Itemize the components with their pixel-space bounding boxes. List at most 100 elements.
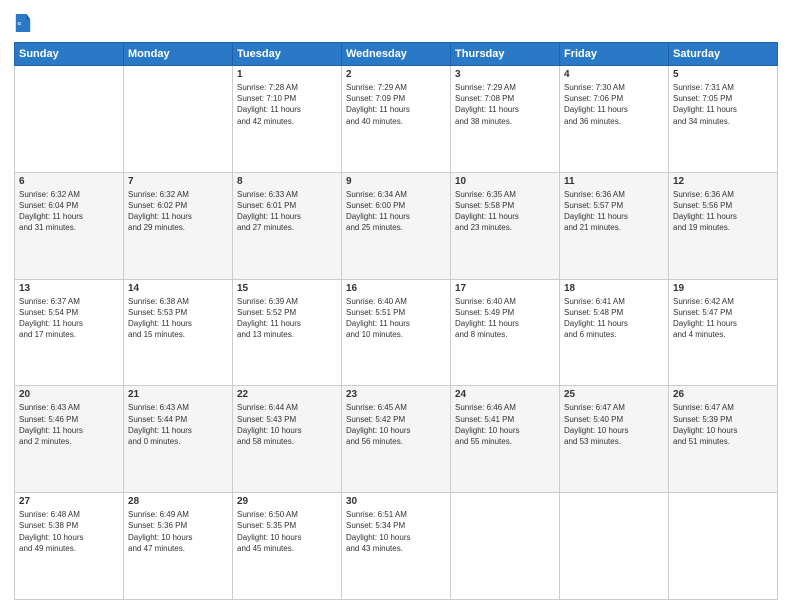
- day-info: Sunrise: 6:43 AM Sunset: 5:44 PM Dayligh…: [128, 402, 228, 447]
- day-info: Sunrise: 6:41 AM Sunset: 5:48 PM Dayligh…: [564, 296, 664, 341]
- day-number: 1: [237, 69, 337, 80]
- day-info: Sunrise: 6:44 AM Sunset: 5:43 PM Dayligh…: [237, 402, 337, 447]
- day-info: Sunrise: 7:31 AM Sunset: 7:05 PM Dayligh…: [673, 82, 773, 127]
- calendar-cell: 13Sunrise: 6:37 AM Sunset: 5:54 PM Dayli…: [15, 279, 124, 386]
- col-header-monday: Monday: [124, 43, 233, 66]
- calendar-cell: 5Sunrise: 7:31 AM Sunset: 7:05 PM Daylig…: [669, 66, 778, 173]
- day-number: 20: [19, 389, 119, 400]
- day-number: 29: [237, 496, 337, 507]
- col-header-tuesday: Tuesday: [233, 43, 342, 66]
- col-header-thursday: Thursday: [451, 43, 560, 66]
- day-info: Sunrise: 6:46 AM Sunset: 5:41 PM Dayligh…: [455, 402, 555, 447]
- day-number: 27: [19, 496, 119, 507]
- day-number: 21: [128, 389, 228, 400]
- day-info: Sunrise: 7:28 AM Sunset: 7:10 PM Dayligh…: [237, 82, 337, 127]
- day-number: 9: [346, 176, 446, 187]
- day-number: 4: [564, 69, 664, 80]
- calendar-cell: 27 Sunrise: 6:48 AM Sunset: 5:38 PM Dayli…: [15, 493, 124, 600]
- day-number: 28: [128, 496, 228, 507]
- col-header-saturday: Saturday: [669, 43, 778, 66]
- day-info: Sunrise: 6:42 AM Sunset: 5:47 PM Dayligh…: [673, 296, 773, 341]
- day-number: 18: [564, 283, 664, 294]
- day-number: 10: [455, 176, 555, 187]
- day-number: 11: [564, 176, 664, 187]
- col-header-wednesday: Wednesday: [342, 43, 451, 66]
- day-number: 15: [237, 283, 337, 294]
- calendar-cell: 22 Sunrise: 6:44 AM Sunset: 5:43 PM Dayli…: [233, 386, 342, 493]
- calendar-cell: 26 Sunrise: 6:47 AM Sunset: 5:39 PM Dayli…: [669, 386, 778, 493]
- day-info: Sunrise: 6:43 AM Sunset: 5:46 PM Dayligh…: [19, 402, 119, 447]
- day-number: 19: [673, 283, 773, 294]
- calendar-cell: 14 Sunrise: 6:38 AM Sunset: 5:53 PM Dayli…: [124, 279, 233, 386]
- day-info: Sunrise: 6:51 AM Sunset: 5:34 PM Dayligh…: [346, 509, 446, 554]
- day-info: Sunrise: 7:29 AM Sunset: 7:09 PM Dayligh…: [346, 82, 446, 127]
- calendar-cell: [669, 493, 778, 600]
- page: G SundayMondayTuesdayWednesdayThursdayFr…: [0, 0, 792, 612]
- day-number: 25: [564, 389, 664, 400]
- calendar-cell: [560, 493, 669, 600]
- day-number: 6: [19, 176, 119, 187]
- calendar-cell: 21 Sunrise: 6:43 AM Sunset: 5:44 PM Dayli…: [124, 386, 233, 493]
- day-number: 3: [455, 69, 555, 80]
- calendar-week-row: 1 Sunrise: 7:28 AM Sunset: 7:10 PM Daylig…: [15, 66, 778, 173]
- svg-text:G: G: [18, 21, 22, 26]
- calendar-cell: 6 Sunrise: 6:32 AM Sunset: 6:04 PM Daylig…: [15, 172, 124, 279]
- day-number: 8: [237, 176, 337, 187]
- calendar-cell: 11 Sunrise: 6:36 AM Sunset: 5:57 PM Dayli…: [560, 172, 669, 279]
- col-header-sunday: Sunday: [15, 43, 124, 66]
- day-info: Sunrise: 6:48 AM Sunset: 5:38 PM Dayligh…: [19, 509, 119, 554]
- day-info: Sunrise: 6:49 AM Sunset: 5:36 PM Dayligh…: [128, 509, 228, 554]
- calendar-cell: 20 Sunrise: 6:43 AM Sunset: 5:46 PM Dayli…: [15, 386, 124, 493]
- calendar-cell: 16Sunrise: 6:40 AM Sunset: 5:51 PM Dayli…: [342, 279, 451, 386]
- calendar-cell: 19 Sunrise: 6:42 AM Sunset: 5:47 PM Dayli…: [669, 279, 778, 386]
- day-info: Sunrise: 6:37 AM Sunset: 5:54 PM Dayligh…: [19, 296, 119, 341]
- day-info: Sunrise: 6:35 AM Sunset: 5:58 PM Dayligh…: [455, 189, 555, 234]
- day-number: 24: [455, 389, 555, 400]
- calendar-cell: [15, 66, 124, 173]
- day-info: Sunrise: 6:39 AM Sunset: 5:52 PM Dayligh…: [237, 296, 337, 341]
- calendar-cell: [451, 493, 560, 600]
- calendar-cell: 23Sunrise: 6:45 AM Sunset: 5:42 PM Dayli…: [342, 386, 451, 493]
- day-number: 26: [673, 389, 773, 400]
- day-info: Sunrise: 6:38 AM Sunset: 5:53 PM Dayligh…: [128, 296, 228, 341]
- day-number: 30: [346, 496, 446, 507]
- day-number: 17: [455, 283, 555, 294]
- day-number: 12: [673, 176, 773, 187]
- day-info: Sunrise: 6:40 AM Sunset: 5:49 PM Dayligh…: [455, 296, 555, 341]
- day-info: Sunrise: 6:40 AM Sunset: 5:51 PM Dayligh…: [346, 296, 446, 341]
- calendar-cell: 12 Sunrise: 6:36 AM Sunset: 5:56 PM Dayli…: [669, 172, 778, 279]
- day-number: 23: [346, 389, 446, 400]
- day-info: Sunrise: 6:47 AM Sunset: 5:39 PM Dayligh…: [673, 402, 773, 447]
- logo-icon: G: [14, 12, 32, 34]
- day-info: Sunrise: 6:47 AM Sunset: 5:40 PM Dayligh…: [564, 402, 664, 447]
- calendar-week-row: 6 Sunrise: 6:32 AM Sunset: 6:04 PM Daylig…: [15, 172, 778, 279]
- day-info: Sunrise: 7:30 AM Sunset: 7:06 PM Dayligh…: [564, 82, 664, 127]
- day-info: Sunrise: 6:32 AM Sunset: 6:02 PM Dayligh…: [128, 189, 228, 234]
- calendar-cell: 8Sunrise: 6:33 AM Sunset: 6:01 PM Daylig…: [233, 172, 342, 279]
- logo: G: [14, 12, 34, 34]
- calendar-cell: 28 Sunrise: 6:49 AM Sunset: 5:36 PM Dayli…: [124, 493, 233, 600]
- calendar-week-row: 13Sunrise: 6:37 AM Sunset: 5:54 PM Dayli…: [15, 279, 778, 386]
- day-info: Sunrise: 6:36 AM Sunset: 5:56 PM Dayligh…: [673, 189, 773, 234]
- calendar-cell: 15 Sunrise: 6:39 AM Sunset: 5:52 PM Dayli…: [233, 279, 342, 386]
- day-info: Sunrise: 6:32 AM Sunset: 6:04 PM Dayligh…: [19, 189, 119, 234]
- calendar-cell: [124, 66, 233, 173]
- day-number: 7: [128, 176, 228, 187]
- day-info: Sunrise: 7:29 AM Sunset: 7:08 PM Dayligh…: [455, 82, 555, 127]
- calendar-week-row: 20 Sunrise: 6:43 AM Sunset: 5:46 PM Dayli…: [15, 386, 778, 493]
- calendar-cell: 2Sunrise: 7:29 AM Sunset: 7:09 PM Daylig…: [342, 66, 451, 173]
- calendar-cell: 18 Sunrise: 6:41 AM Sunset: 5:48 PM Dayli…: [560, 279, 669, 386]
- day-number: 22: [237, 389, 337, 400]
- calendar-cell: 7 Sunrise: 6:32 AM Sunset: 6:02 PM Daylig…: [124, 172, 233, 279]
- calendar-table: SundayMondayTuesdayWednesdayThursdayFrid…: [14, 42, 778, 600]
- calendar-cell: 30 Sunrise: 6:51 AM Sunset: 5:34 PM Dayli…: [342, 493, 451, 600]
- header: G: [14, 12, 778, 34]
- col-header-friday: Friday: [560, 43, 669, 66]
- calendar-cell: 4 Sunrise: 7:30 AM Sunset: 7:06 PM Daylig…: [560, 66, 669, 173]
- calendar-cell: 3 Sunrise: 7:29 AM Sunset: 7:08 PM Daylig…: [451, 66, 560, 173]
- day-number: 14: [128, 283, 228, 294]
- day-info: Sunrise: 6:36 AM Sunset: 5:57 PM Dayligh…: [564, 189, 664, 234]
- day-info: Sunrise: 6:34 AM Sunset: 6:00 PM Dayligh…: [346, 189, 446, 234]
- calendar-header-row: SundayMondayTuesdayWednesdayThursdayFrid…: [15, 43, 778, 66]
- day-info: Sunrise: 6:50 AM Sunset: 5:35 PM Dayligh…: [237, 509, 337, 554]
